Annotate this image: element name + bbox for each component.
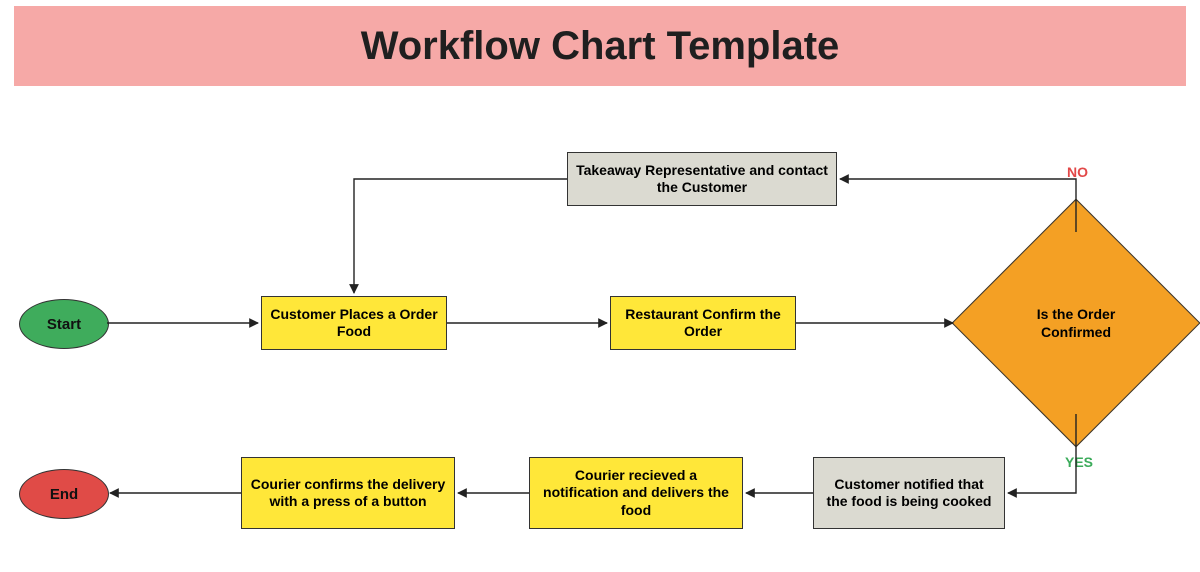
decision-label: Is the Order Confirmed	[988, 235, 1164, 411]
start-label: Start	[47, 316, 81, 333]
process-place-order: Customer Places a Order Food	[261, 296, 447, 350]
edge-no-loop	[354, 179, 567, 293]
process-place-order-label: Customer Places a Order Food	[270, 306, 438, 341]
process-courier-receive-label: Courier recieved a notification and deli…	[538, 467, 734, 520]
process-notify-cooking: Customer notified that the food is being…	[813, 457, 1005, 529]
diagram-title: Workflow Chart Template	[361, 24, 840, 69]
process-no-branch: Takeaway Representative and contact the …	[567, 152, 837, 206]
decision-node: Is the Order Confirmed	[988, 235, 1164, 411]
branch-label-no: NO	[1067, 164, 1088, 180]
process-no-branch-label: Takeaway Representative and contact the …	[576, 162, 828, 197]
process-notify-cooking-label: Customer notified that the food is being…	[822, 476, 996, 511]
process-restaurant-confirm-label: Restaurant Confirm the Order	[619, 306, 787, 341]
title-bar: Workflow Chart Template	[14, 6, 1186, 86]
diagram-canvas: Workflow Chart Template Start Customer P…	[0, 0, 1200, 572]
process-courier-receive: Courier recieved a notification and deli…	[529, 457, 743, 529]
end-node: End	[19, 469, 109, 519]
start-node: Start	[19, 299, 109, 349]
process-courier-confirm-label: Courier confirms the delivery with a pre…	[250, 476, 446, 511]
branch-label-yes: YES	[1065, 454, 1093, 470]
edge-decision-no	[840, 179, 1076, 232]
process-restaurant-confirm: Restaurant Confirm the Order	[610, 296, 796, 350]
end-label: End	[50, 486, 78, 503]
process-courier-confirm: Courier confirms the delivery with a pre…	[241, 457, 455, 529]
